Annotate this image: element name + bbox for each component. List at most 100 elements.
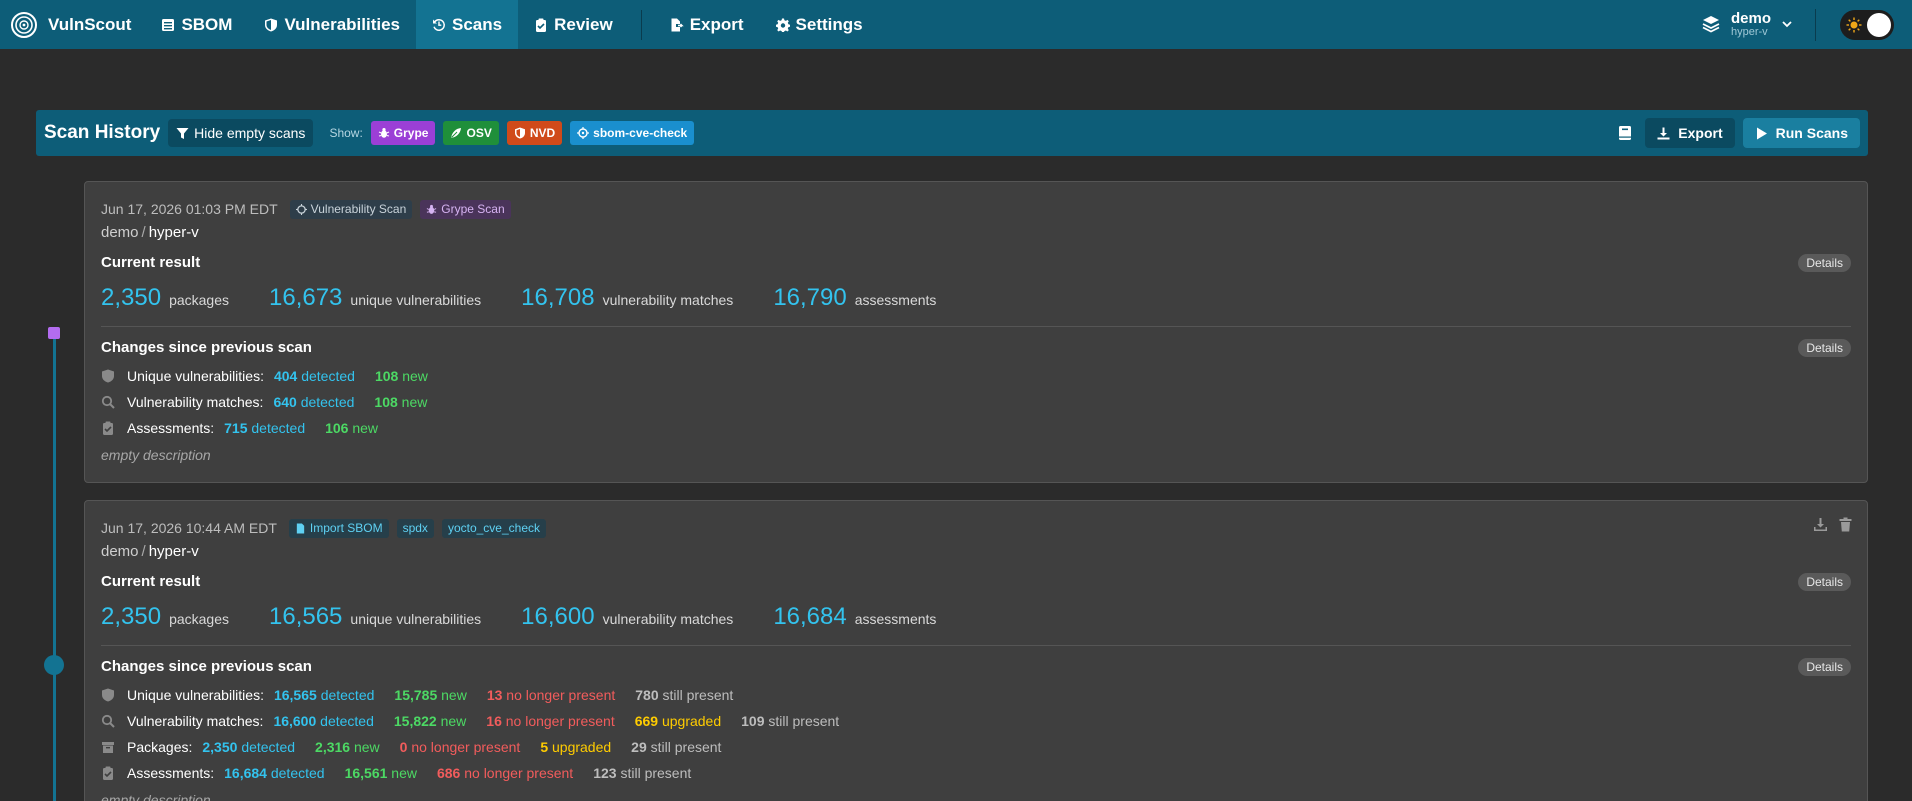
detected-word: detected [320, 713, 374, 729]
change-label: Vulnerability matches: [127, 713, 264, 729]
source-filter-nvd[interactable]: NVD [506, 121, 563, 145]
unique-vulns-label: unique vulnerabilities [350, 611, 482, 627]
unique-vulns-count: 16,673 [269, 284, 343, 311]
detected-count: 715 [224, 420, 248, 436]
detected-word: detected [301, 368, 355, 384]
scan-date: Jun 17, 2026 10:44 AM EDT [101, 520, 277, 536]
vuln-matches-label: vulnerability matches [602, 611, 734, 627]
assessments-label: assessments [854, 292, 937, 308]
no-longer-present-count: 0 [399, 739, 408, 755]
scan-date: Jun 17, 2026 01:03 PM EDT [101, 201, 278, 217]
nav-export[interactable]: Export [654, 0, 760, 49]
scan-description: empty description [101, 447, 211, 463]
source-filter-osv[interactable]: OSV [443, 121, 499, 145]
assessments-count: 16,790 [773, 284, 847, 311]
source-nvd-label: NVD [529, 126, 556, 140]
current-result-label: Current result [101, 573, 201, 590]
shield-half-icon [514, 127, 525, 139]
source-filter-sbom-cve-check[interactable]: sbom-cve-check [570, 121, 695, 145]
change-label: Packages: [127, 739, 193, 755]
nav-export-label: Export [689, 14, 744, 34]
detected-count: 404 [273, 368, 298, 384]
scan-type-badge: Import SBOM [288, 518, 389, 538]
no-longer-present-count: 13 [486, 687, 503, 703]
source-sbom-cve-check-label: sbom-cve-check [593, 126, 688, 140]
vuln-matches-count: 16,600 [521, 603, 595, 630]
book-icon[interactable] [1617, 125, 1633, 141]
upgraded-word: upgraded [552, 739, 612, 755]
nav-scans[interactable]: Scans [416, 0, 519, 49]
hide-empty-scans-label: Hide empty scans [194, 125, 306, 141]
current-result-details-button[interactable]: Details [1798, 254, 1851, 272]
project-selector[interactable]: demo hyper-v [1701, 11, 1793, 38]
nav-right: demo hyper-v [1701, 0, 1912, 49]
changes-details-button[interactable]: Details [1798, 658, 1851, 676]
packages-label: packages [169, 292, 229, 308]
new-count: 15,822 [393, 713, 437, 729]
scan-type-label: Import SBOM [309, 521, 383, 535]
timeline-marker-grype [48, 327, 60, 339]
toggle-knob [1867, 12, 1891, 37]
detected-word: detected [300, 394, 355, 410]
vuln-matches-count: 16,708 [521, 284, 595, 311]
new-count: 108 [374, 394, 398, 410]
assessments-label: assessments [854, 611, 937, 627]
nav-vulnerabilities-label: Vulnerabilities [284, 14, 401, 34]
new-count: 15,785 [394, 687, 438, 703]
source-filter-grype[interactable]: Grype [370, 121, 436, 145]
no-longer-present-word: no longer present [464, 765, 574, 781]
change-label: Assessments: [127, 420, 215, 436]
run-scans-button-label: Run Scans [1775, 125, 1848, 141]
new-word: new [352, 420, 379, 436]
file-export-icon [671, 18, 684, 31]
new-word: new [401, 394, 428, 410]
current-result-heading: Current result Details [101, 573, 1851, 593]
detected-count: 16,600 [273, 713, 317, 729]
change-row-packages: Packages: 2,350 detected 2,316 new 0 no … [101, 734, 1851, 760]
sun-icon [1846, 17, 1862, 32]
export-button[interactable]: Export [1645, 118, 1735, 148]
change-label: Vulnerability matches: [127, 394, 264, 410]
source-osv-label: OSV [466, 126, 492, 140]
still-present-word: still present [768, 713, 840, 729]
new-count: 2,316 [315, 739, 351, 755]
shield-icon [102, 369, 114, 383]
nav-sbom[interactable]: SBOM [145, 0, 248, 49]
upgraded-word: upgraded [661, 713, 722, 729]
brand-name: VulnScout [48, 14, 132, 34]
page-title: Scan History [44, 122, 161, 143]
still-present-count: 780 [635, 687, 659, 703]
change-row-assessments: Assessments: 16,684 detected 16,561 new … [101, 760, 1851, 786]
variant-name: hyper-v [148, 543, 199, 560]
still-present-word: still present [620, 765, 692, 781]
hide-empty-scans-button[interactable]: Hide empty scans [168, 119, 314, 147]
change-label: Assessments: [127, 765, 215, 781]
brand[interactable]: VulnScout [0, 0, 145, 49]
detected-word: detected [270, 765, 325, 781]
theme-toggle[interactable] [1840, 9, 1894, 40]
scan-project-path: demo / hyper-v [101, 224, 1851, 244]
scan-history-bar: Scan History Hide empty scans Show: Gryp… [36, 110, 1868, 156]
assessments-count: 16,684 [773, 603, 847, 630]
changes-heading: Changes since previous scan Details [101, 339, 1851, 359]
changes-details-button[interactable]: Details [1798, 339, 1851, 357]
project-name: demo [1730, 9, 1771, 27]
nav-review[interactable]: Review [518, 0, 629, 49]
scan-project-path: demo / hyper-v [101, 543, 1851, 563]
run-scans-button[interactable]: Run Scans [1742, 118, 1860, 148]
layers-icon [1702, 16, 1720, 33]
bug-icon [427, 204, 437, 214]
still-present-word: still present [662, 687, 734, 703]
box-icon [102, 742, 114, 753]
nav-vulnerabilities[interactable]: Vulnerabilities [248, 0, 416, 49]
new-word: new [391, 765, 417, 781]
nav-settings[interactable]: Settings [760, 0, 879, 49]
scan-source-badge: Grype Scan [420, 199, 511, 219]
unique-vulns-label: unique vulnerabilities [350, 292, 482, 308]
no-longer-present-count: 686 [436, 765, 461, 781]
detected-count: 16,684 [224, 765, 267, 781]
new-word: new [402, 368, 428, 384]
current-result-details-button[interactable]: Details [1798, 573, 1851, 591]
variant-name: hyper-v [148, 224, 199, 241]
sbom-format-badge: spdx [396, 518, 434, 538]
